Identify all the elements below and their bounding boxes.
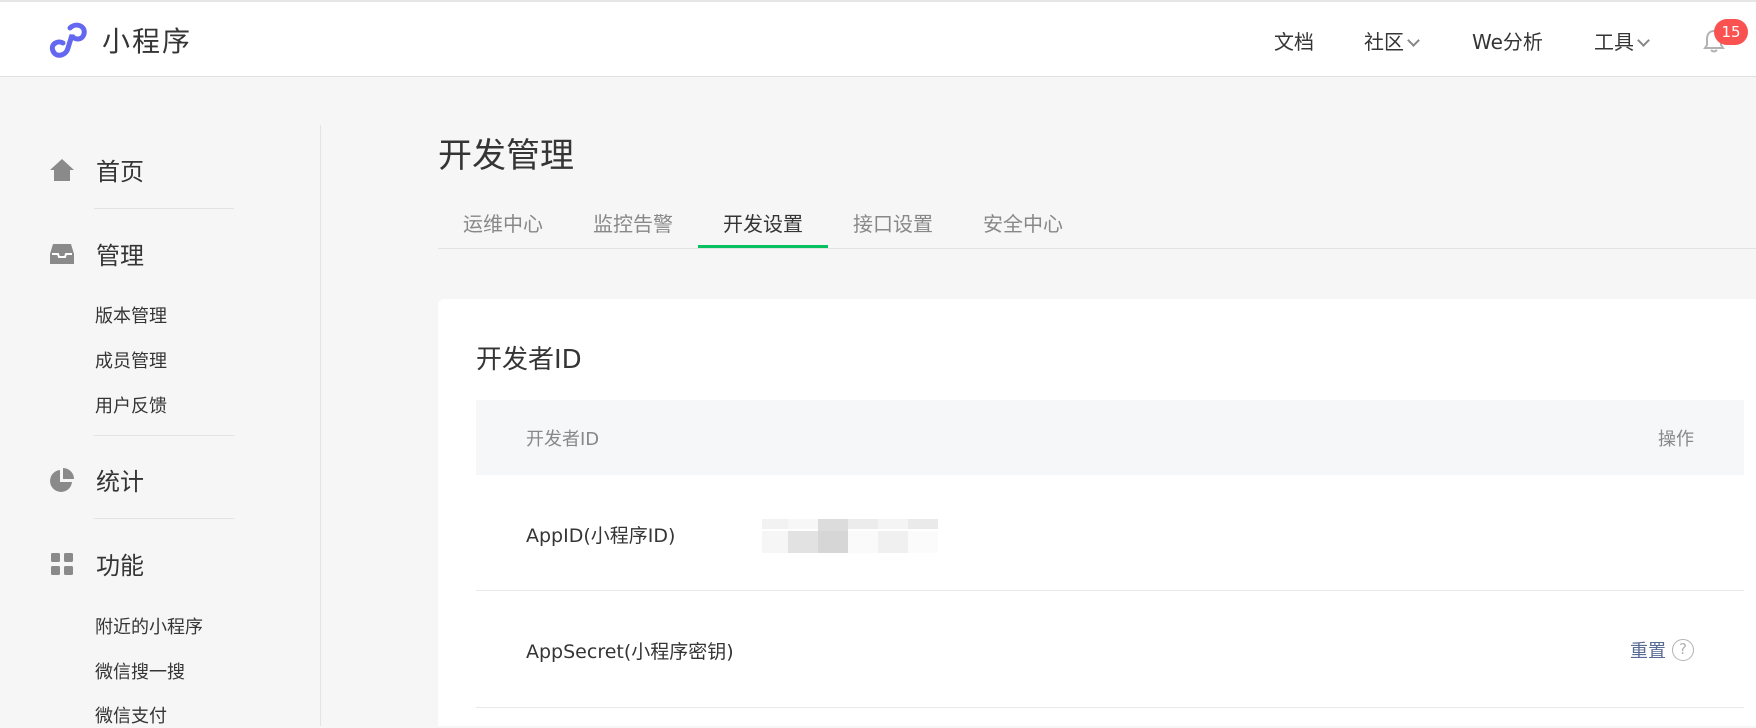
sidebar-item-stats[interactable]: 统计 [48,462,144,497]
nav-tools[interactable]: 工具 [1594,26,1650,55]
sidebar-item-label: 功能 [96,552,144,580]
sidebar-item-version-manage[interactable]: 版本管理 [95,302,167,328]
grid-icon [48,550,76,578]
pie-chart-icon [48,466,76,494]
reset-secret-action: 重置 ? [1630,637,1694,663]
active-tab-indicator [698,245,828,248]
tab-ops-center[interactable]: 运维中心 [463,208,543,237]
table-row-appid: AppID(小程序ID) [476,475,1744,591]
nav-analytics[interactable]: We分析 [1472,26,1543,55]
tab-api-settings[interactable]: 接口设置 [853,208,933,237]
tab-monitoring[interactable]: 监控告警 [593,208,673,237]
tab-bar: 运维中心 监控告警 开发设置 接口设置 安全中心 [438,196,1756,249]
column-header-developer-id: 开发者ID [526,429,600,450]
sidebar-item-wechat-search[interactable]: 微信搜一搜 [95,658,185,684]
logo-text: 小程序 [102,25,193,58]
chevron-down-icon [1637,34,1650,47]
tab-dev-settings[interactable]: 开发设置 [723,208,803,237]
help-icon[interactable]: ? [1672,639,1694,661]
home-icon [48,156,76,184]
nav-tools-label: 工具 [1594,30,1634,54]
sidebar-item-wechat-pay[interactable]: 微信支付 [95,702,167,728]
nav-community[interactable]: 社区 [1364,26,1420,55]
sidebar-item-label: 首页 [96,158,144,186]
column-header-actions: 操作 [1658,429,1694,450]
sidebar-divider [320,125,321,726]
sidebar-item-label: 统计 [96,468,144,496]
sidebar-item-features[interactable]: 功能 [48,546,144,581]
section-title: 开发者ID [476,345,582,375]
divider [94,208,234,209]
sidebar-item-manage[interactable]: 管理 [48,236,144,271]
nav-docs[interactable]: 文档 [1274,26,1314,55]
table-header: 开发者ID 操作 [476,400,1744,475]
chevron-down-icon [1407,34,1420,47]
appid-label: AppID(小程序ID) [526,525,676,547]
sidebar-item-label: 管理 [96,242,144,270]
inbox-icon [48,240,76,268]
reset-button[interactable]: 重置 [1630,637,1666,663]
sidebar-item-nearby-miniprogram[interactable]: 附近的小程序 [95,613,203,639]
sidebar-item-home[interactable]: 首页 [48,152,144,187]
sidebar-item-member-manage[interactable]: 成员管理 [95,347,167,373]
sidebar-item-user-feedback[interactable]: 用户反馈 [95,392,167,418]
appid-value-masked [762,519,938,555]
divider [94,518,234,519]
tab-security-center[interactable]: 安全中心 [983,208,1063,237]
notification-badge: 15 [1714,19,1748,45]
divider [94,435,234,436]
page-title: 开发管理 [438,136,574,176]
top-bar: 小程序 文档 社区 We分析 工具 15 [0,0,1756,77]
table-row-appsecret: AppSecret(小程序密钥) 重置 ? [476,591,1744,708]
logo[interactable]: 小程序 [46,18,192,62]
mini-program-logo-icon [49,22,87,58]
developer-id-card: 开发者ID 开发者ID 操作 AppID(小程序ID) AppSecret(小程… [438,299,1756,726]
nav-community-label: 社区 [1364,30,1404,54]
appsecret-label: AppSecret(小程序密钥) [526,641,734,663]
